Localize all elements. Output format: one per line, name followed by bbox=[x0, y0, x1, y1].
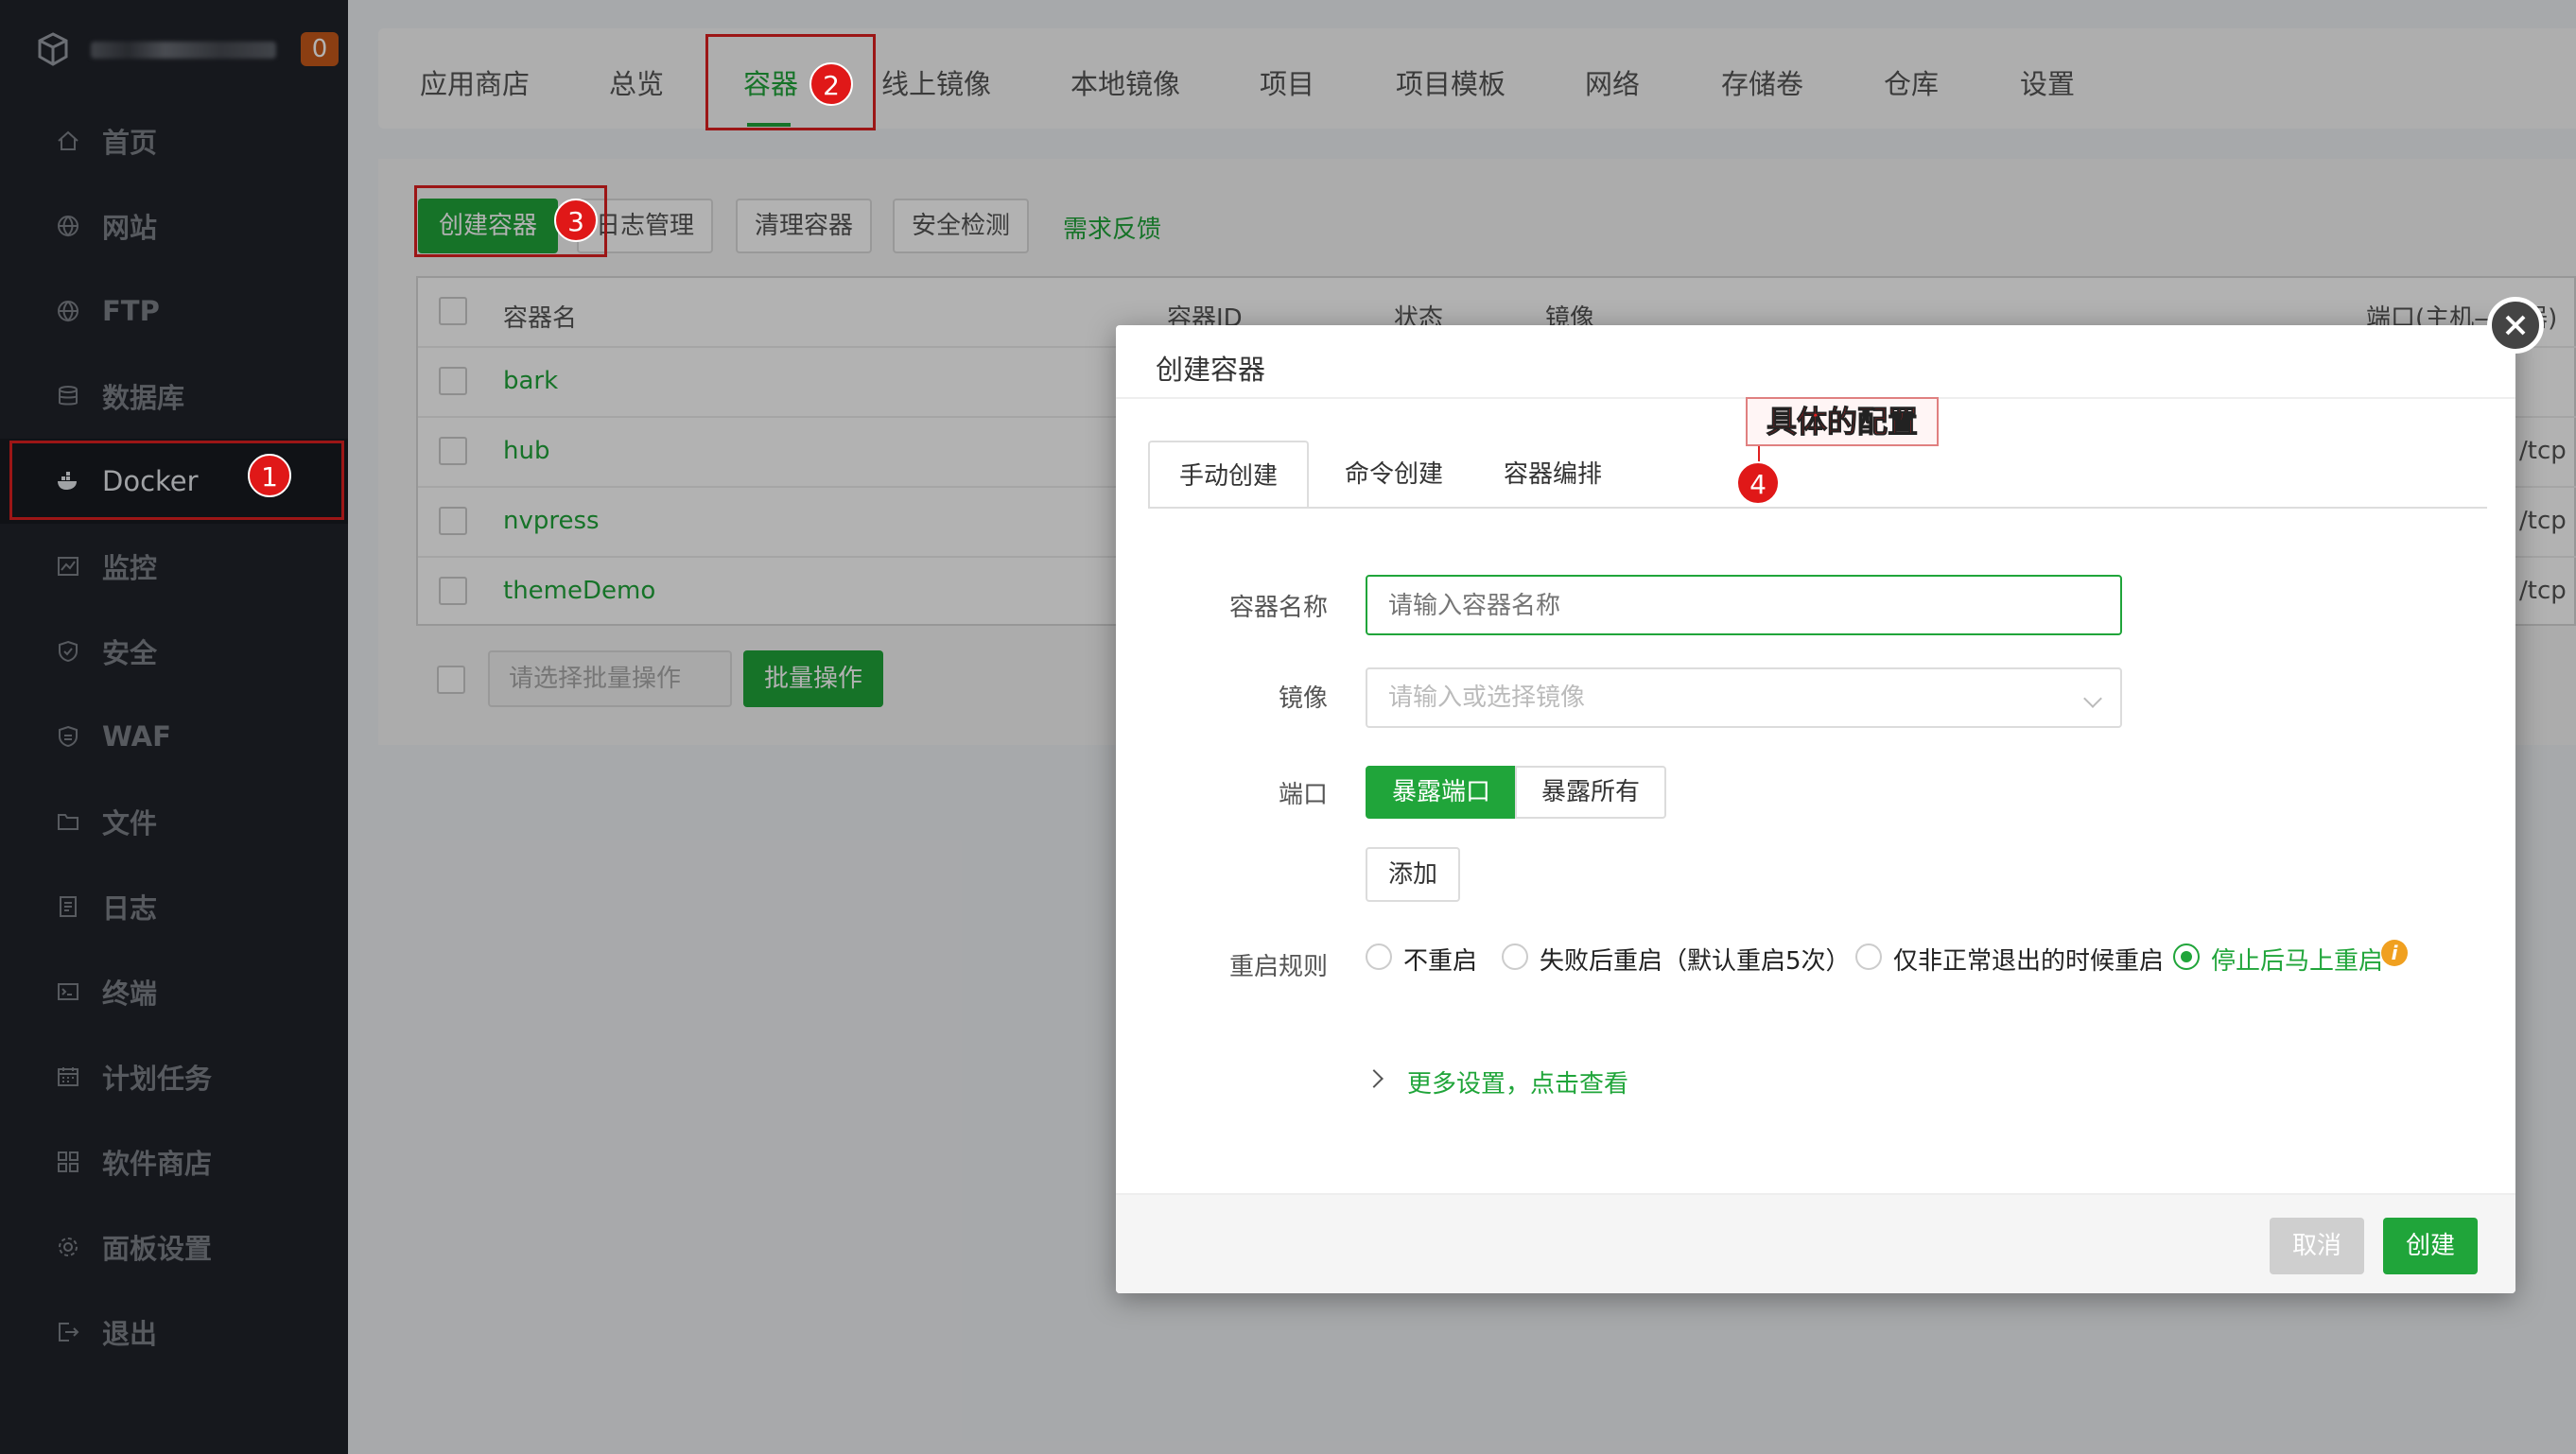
chevron-down-icon bbox=[2083, 689, 2102, 708]
radio-label-always[interactable]: 停止后马上重启 bbox=[2211, 942, 2383, 977]
dialog-title: 创建容器 bbox=[1156, 354, 1266, 386]
add-port-button[interactable]: 添加 bbox=[1366, 847, 1460, 902]
info-icon[interactable]: i bbox=[2381, 940, 2408, 966]
more-settings-link[interactable]: 更多设置，点击查看 bbox=[1407, 1065, 1628, 1099]
close-icon bbox=[2505, 315, 2526, 336]
annotation-label: 具体的配置 bbox=[1746, 397, 1939, 446]
radio-always[interactable] bbox=[2173, 943, 2200, 970]
image-placeholder: 请输入或选择镜像 bbox=[1388, 684, 1586, 712]
expose-port-button[interactable]: 暴露端口 bbox=[1366, 766, 1517, 819]
restart-policy-label: 重启规则 bbox=[1228, 953, 1328, 981]
radio-on-failure[interactable] bbox=[1502, 943, 1528, 970]
radio-unless-abnormal[interactable] bbox=[1855, 943, 1882, 970]
step-badge-2: 2 bbox=[809, 62, 853, 106]
radio-label-no-restart[interactable]: 不重启 bbox=[1403, 942, 1477, 977]
port-label: 端口 bbox=[1278, 781, 1328, 809]
create-button[interactable]: 创建 bbox=[2383, 1218, 2478, 1274]
radio-no-restart[interactable] bbox=[1366, 943, 1392, 970]
dialog-footer-divider bbox=[1116, 1193, 2515, 1195]
container-name-label: 容器名称 bbox=[1228, 594, 1328, 622]
image-label: 镜像 bbox=[1278, 684, 1328, 713]
tab-command-create[interactable]: 命令创建 bbox=[1328, 441, 1460, 509]
close-dialog-button[interactable] bbox=[2487, 297, 2544, 354]
radio-label-unless-abnormal[interactable]: 仅非正常退出的时候重启 bbox=[1893, 942, 2164, 977]
expose-all-button[interactable]: 暴露所有 bbox=[1515, 766, 1666, 819]
step-badge-1: 1 bbox=[248, 454, 291, 497]
radio-label-on-failure[interactable]: 失败后重启（默认重启5次） bbox=[1540, 942, 1851, 977]
tab-manual-create[interactable]: 手动创建 bbox=[1148, 441, 1309, 509]
cancel-button[interactable]: 取消 bbox=[2270, 1218, 2364, 1274]
tab-divider bbox=[1148, 507, 2487, 509]
image-select[interactable]: 请输入或选择镜像 bbox=[1366, 667, 2122, 728]
step-badge-3: 3 bbox=[554, 199, 598, 242]
container-name-input[interactable] bbox=[1366, 575, 2122, 635]
step-badge-4: 4 bbox=[1736, 461, 1780, 505]
tab-compose[interactable]: 容器编排 bbox=[1487, 441, 1619, 509]
